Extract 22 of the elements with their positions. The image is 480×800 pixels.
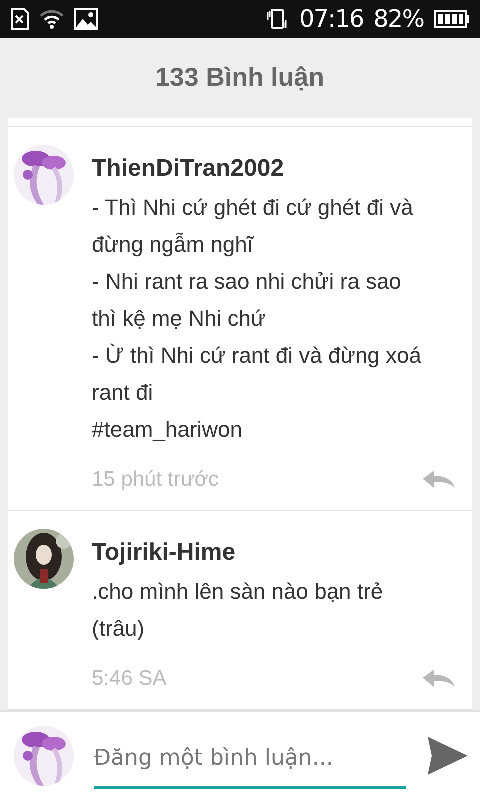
comment-time: 5:46 SA	[92, 667, 167, 691]
wifi-icon	[40, 9, 64, 29]
reply-icon[interactable]	[423, 670, 455, 688]
page-title: 133 Bình luận	[155, 62, 325, 92]
comment-text: .cho mình lên sàn nào bạn trẻ (trâu)	[92, 578, 384, 643]
comment-text: - Ừ thì Nhi cứ rant đi và đừng xoá rant đi	[92, 342, 422, 407]
comment-text: - Nhi rant ra sao nhi chửi ra sao thì kệ mẹ Nhi chứ	[92, 268, 402, 333]
comment-author[interactable]: Tojiriki-Hime	[92, 539, 425, 567]
send-button[interactable]	[426, 734, 470, 778]
comment-text: - Thì Nhi cứ ghét đi cứ ghét đi và đừng ngẫm nghĩ	[92, 194, 414, 259]
image-icon	[74, 8, 98, 30]
battery-icon	[434, 10, 470, 28]
sd-card-icon	[10, 8, 30, 30]
comment-time: 15 phút trước	[92, 468, 220, 492]
clock: 07:16	[299, 5, 364, 33]
battery-percent: 82%	[374, 5, 424, 33]
comment-composer[interactable]: Đăng một bình luận...	[0, 710, 480, 800]
reply-icon[interactable]	[423, 471, 455, 489]
comment-input[interactable]: Đăng một bình luận...	[94, 732, 406, 788]
comment-text: #team_hariwon	[92, 416, 244, 444]
vibrate-icon	[265, 8, 290, 30]
comment-author[interactable]: ThienDiTran2002	[92, 155, 425, 183]
